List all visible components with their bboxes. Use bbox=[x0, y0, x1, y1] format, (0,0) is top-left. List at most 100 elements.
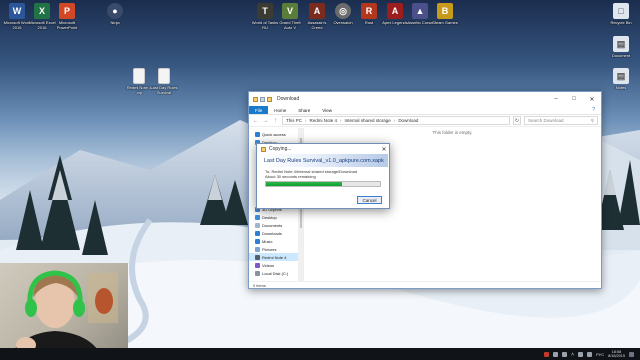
nav-item-label: Quick access bbox=[262, 131, 286, 137]
chevron-up-icon[interactable]: ˄ bbox=[571, 352, 574, 358]
language-indicator[interactable]: РУС bbox=[596, 352, 604, 357]
address-bar[interactable]: This PC › Redmi Note 4 › Internal shared s… bbox=[282, 116, 510, 125]
time-remaining: About 30 seconds remaining bbox=[265, 174, 316, 179]
close-icon[interactable]: ✕ bbox=[379, 146, 389, 153]
copy-file-name: Last Day Rules Survival_v1.0_apkpure.com… bbox=[258, 154, 388, 167]
ribbon-tabs: File Home Share View ? bbox=[249, 106, 601, 115]
phone-icon bbox=[255, 254, 260, 260]
nav-item-local-disk[interactable]: Local Disk (C:) bbox=[249, 269, 298, 277]
app-tray-icon[interactable] bbox=[562, 351, 568, 357]
breadcrumb-device[interactable]: Redmi Note 4 bbox=[310, 118, 338, 123]
dialog-titlebar[interactable]: Copying... ✕ bbox=[257, 144, 389, 154]
tab-home[interactable]: Home bbox=[268, 106, 292, 114]
nav-item-desktop-pc[interactable]: Desktop bbox=[249, 213, 298, 221]
desktop-icon-right-1[interactable]: □ Recycle Bin bbox=[606, 3, 636, 25]
desktop-file-2[interactable]: Last Day Rules Survival bbox=[149, 68, 179, 95]
address-row: ← → ↑ This PC › Redmi Note 4 › Internal sh… bbox=[249, 115, 601, 127]
webcam-overlay bbox=[0, 263, 128, 360]
maximize-button[interactable]: □ bbox=[565, 92, 583, 106]
search-icon: ⚲ bbox=[590, 117, 594, 123]
nav-item-documents[interactable]: Documents bbox=[249, 221, 298, 229]
desktop-icon-game-2[interactable]: V Grand Theft Auto V bbox=[275, 3, 305, 30]
nav-item-quick-access[interactable]: Quick access bbox=[249, 130, 298, 138]
folder-icon bbox=[261, 146, 266, 152]
item-count: 0 items bbox=[253, 282, 266, 288]
powerpoint-icon: P bbox=[59, 3, 75, 19]
desktop-icon-right-2[interactable]: ▤ Document bbox=[606, 36, 636, 58]
breadcrumb-this-pc[interactable]: This PC bbox=[286, 118, 302, 123]
notifications-icon[interactable] bbox=[629, 351, 634, 357]
pictures-icon bbox=[255, 246, 260, 252]
overwatch-icon: ◎ bbox=[335, 3, 351, 19]
desktop-icon-powerpoint[interactable]: P Microsoft PowerPoint bbox=[52, 3, 82, 30]
gta-game-icon: V bbox=[282, 3, 298, 19]
videos-icon bbox=[255, 262, 260, 268]
properties-icon[interactable] bbox=[260, 96, 265, 102]
drive-icon bbox=[255, 270, 260, 276]
document-icon: ▤ bbox=[613, 36, 629, 52]
file-icon bbox=[133, 68, 145, 84]
assetto-icon: ▲ bbox=[412, 3, 428, 19]
minimize-button[interactable]: – bbox=[547, 92, 565, 106]
explorer-titlebar[interactable]: Download – □ ✕ bbox=[249, 92, 601, 106]
volume-icon[interactable] bbox=[587, 351, 593, 357]
tanks-game-icon: T bbox=[257, 3, 273, 19]
desktop-icon-label: Recycle Bin bbox=[610, 20, 632, 25]
clock-date: 8/18/2019 bbox=[608, 354, 625, 358]
folder-icon bbox=[253, 96, 258, 102]
nav-item-label: Redmi Note 4 bbox=[262, 254, 287, 260]
progress-bar bbox=[265, 181, 381, 187]
back-arrow-icon[interactable]: ← bbox=[252, 118, 259, 124]
refresh-icon[interactable]: ↻ bbox=[513, 116, 521, 125]
assassins-creed-icon: A bbox=[309, 3, 325, 19]
search-placeholder: Search Download bbox=[528, 118, 564, 123]
desktop-icon-label: Notes bbox=[615, 85, 627, 90]
breadcrumb-download[interactable]: Download bbox=[398, 118, 418, 123]
network-icon[interactable] bbox=[578, 351, 584, 357]
nav-item-label: Videos bbox=[262, 262, 275, 268]
file-icon bbox=[158, 68, 170, 84]
breadcrumb-storage[interactable]: Internal shared storage bbox=[345, 118, 391, 123]
help-icon[interactable]: ? bbox=[586, 106, 601, 114]
app-tray-icon[interactable] bbox=[553, 351, 559, 357]
desktop-icon-ninja[interactable]: ● Ninja bbox=[100, 3, 130, 25]
music-icon bbox=[255, 238, 260, 244]
empty-folder-message: This folder is empty. bbox=[432, 130, 473, 135]
search-input[interactable]: Search Download ⚲ bbox=[524, 116, 598, 125]
nav-item-label: Downloads bbox=[262, 230, 282, 236]
nav-item-downloads[interactable]: Downloads bbox=[249, 229, 298, 237]
forward-arrow-icon[interactable]: → bbox=[262, 118, 269, 124]
nav-item-label: Documents bbox=[262, 222, 283, 228]
download-icon bbox=[255, 230, 260, 236]
desktop-icon-label: Document bbox=[611, 53, 631, 58]
desktop-icon-label: Steam Games bbox=[432, 20, 458, 25]
nav-item-pictures[interactable]: Pictures bbox=[249, 245, 298, 253]
tab-view[interactable]: View bbox=[316, 106, 338, 114]
tab-file[interactable]: File bbox=[249, 106, 269, 114]
nav-item-music[interactable]: Music bbox=[249, 237, 298, 245]
cancel-button[interactable]: Cancel bbox=[357, 196, 382, 204]
clock[interactable]: 18:58 8/18/2019 bbox=[608, 350, 625, 359]
webcam-person-image bbox=[8, 270, 118, 360]
tab-share[interactable]: Share bbox=[292, 106, 316, 114]
new-folder-icon[interactable] bbox=[267, 96, 272, 102]
desktop-icon-right-3[interactable]: ▤ Notes bbox=[606, 68, 636, 90]
desktop-icon-game-8[interactable]: B Steam Games bbox=[430, 3, 460, 25]
excel-icon: X bbox=[34, 3, 50, 19]
nav-item-label: Desktop bbox=[262, 214, 277, 220]
nav-item-label: Local Disk (C:) bbox=[262, 270, 289, 276]
explorer-title: Download bbox=[277, 96, 300, 102]
recycle-bin-icon: □ bbox=[613, 3, 629, 19]
app-tray-icon[interactable] bbox=[544, 351, 550, 357]
word-icon: W bbox=[9, 3, 25, 19]
nav-item-videos[interactable]: Videos bbox=[249, 261, 298, 269]
up-arrow-icon[interactable]: ↑ bbox=[272, 118, 279, 124]
documents-icon bbox=[255, 222, 260, 228]
ninja-app-icon: ● bbox=[107, 3, 123, 19]
chevron-right-icon: › bbox=[393, 118, 396, 123]
taskbar: ˄ РУС 18:58 8/18/2019 bbox=[0, 348, 640, 360]
close-button[interactable]: ✕ bbox=[583, 92, 601, 106]
nav-item-redmi-note-4[interactable]: Redmi Note 4 bbox=[249, 253, 298, 261]
desktop-icon-label: Last Day Rules Survival bbox=[150, 85, 178, 95]
apex-icon: A bbox=[387, 3, 403, 19]
